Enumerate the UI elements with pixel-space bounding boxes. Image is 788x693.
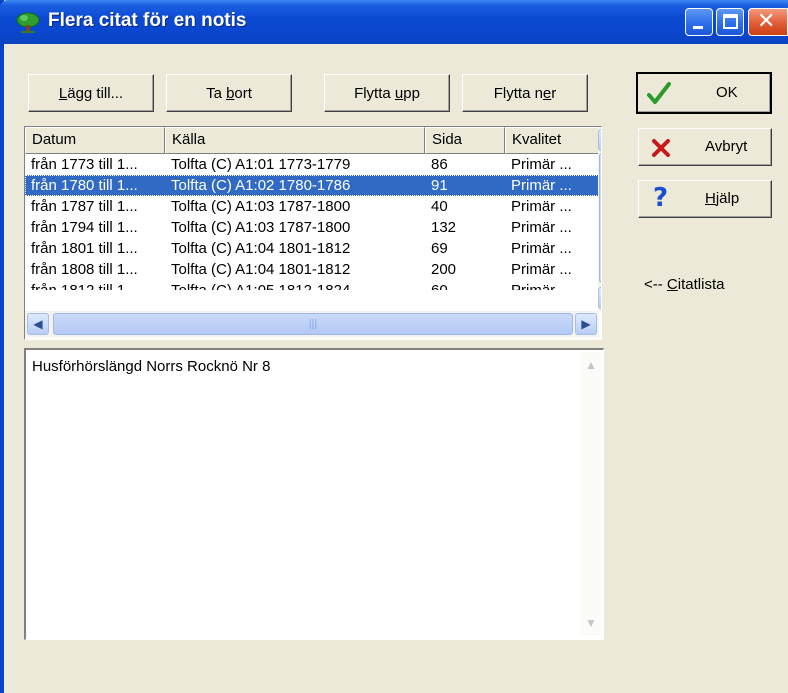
list-header: Datum Källa Sida Kvalitet: [25, 127, 599, 154]
cell-page: 69: [431, 240, 448, 257]
move-down-button[interactable]: Flytta ner: [462, 74, 588, 112]
cell-quality: Primär ...: [511, 219, 572, 236]
cell-page: 91: [431, 177, 448, 194]
maximize-icon: [723, 14, 738, 29]
add-label: Lägg till...: [58, 84, 124, 102]
horizontal-scroll-thumb[interactable]: |||: [53, 313, 573, 335]
cell-page: 132: [431, 219, 457, 236]
citation-list[interactable]: Datum Källa Sida Kvalitet från 1773 till…: [24, 126, 602, 340]
cell-date: från 1801 till 1...: [31, 240, 138, 257]
cell-quality: Primär ...: [511, 177, 572, 194]
cell-page: 40: [431, 198, 448, 215]
cancel-x-icon: [652, 139, 670, 157]
cell-date: från 1787 till 1...: [31, 198, 138, 215]
cell-quality: Primär ...: [511, 198, 572, 215]
window-title: Flera citat för en notis: [48, 10, 247, 31]
cell-page: 200: [431, 261, 457, 278]
close-button[interactable]: ✕: [748, 8, 788, 36]
ok-label: OK: [716, 84, 738, 101]
minimize-button[interactable]: [685, 8, 713, 36]
add-button[interactable]: Lägg till...: [28, 74, 154, 112]
cell-source: Tolfta (C) A1:03 1787-1800: [171, 198, 351, 215]
citation-list-label: <-- Citatlista: [644, 276, 725, 293]
minimize-icon: [693, 26, 703, 29]
help-question-icon: ?: [653, 183, 669, 213]
citation-text: Husförhörslängd Norrs Rocknö Nr 8: [32, 358, 271, 375]
scroll-down-button[interactable]: ▼: [598, 287, 601, 309]
cell-page: 60: [431, 280, 505, 290]
column-header-date[interactable]: Datum: [25, 127, 165, 154]
close-icon: ✕: [757, 9, 776, 34]
column-header-page[interactable]: Sida: [425, 127, 505, 154]
remove-label: Ta bort: [206, 84, 252, 102]
scroll-right-button[interactable]: ▶: [575, 313, 597, 335]
cell-date: från 1780 till 1...: [31, 177, 138, 194]
scroll-left-button[interactable]: ◀: [27, 313, 49, 335]
citation-text-area[interactable]: Husförhörslängd Norrs Rocknö Nr 8 ▲ ▼: [24, 348, 604, 640]
help-button[interactable]: ? Hjälp: [638, 180, 772, 218]
chevron-left-icon: ◀: [33, 317, 43, 331]
cell-source: Tolfta (C) A1:02 1780-1786: [171, 177, 351, 194]
column-header-source[interactable]: Källa: [165, 127, 425, 154]
chevron-right-icon: ▶: [581, 317, 591, 331]
ok-button[interactable]: OK: [636, 72, 772, 114]
chevron-up-icon[interactable]: ▲: [583, 356, 599, 374]
cancel-button[interactable]: Avbryt: [638, 128, 772, 166]
remove-button[interactable]: Ta bort: [166, 74, 292, 112]
cell-source: Tolfta (C) A1:04 1801-1812: [171, 261, 351, 278]
table-row[interactable]: från 1801 till 1... Tolfta (C) A1:04 180…: [25, 238, 599, 259]
cell-source: Tolfta (C) A1:03 1787-1800: [171, 219, 351, 236]
list-rows: från 1773 till 1... Tolfta (C) A1:01 177…: [25, 154, 599, 290]
cell-date: från 1794 till 1...: [31, 219, 138, 236]
scroll-up-button[interactable]: ▲: [598, 129, 601, 151]
table-row[interactable]: från 1812 till 1 Tolfta (C) A1:05 1812-1…: [25, 280, 599, 290]
move-up-button[interactable]: Flytta upp: [324, 74, 450, 112]
check-icon: [647, 82, 671, 104]
chevron-down-icon[interactable]: ▼: [583, 614, 599, 632]
dialog-window: Flera citat för en notis ✕ Lägg till... …: [0, 0, 788, 693]
move-up-label: Flytta upp: [354, 84, 420, 102]
move-down-label: Flytta ner: [493, 84, 557, 102]
cell-page: 86: [431, 156, 448, 173]
table-row[interactable]: från 1808 till 1... Tolfta (C) A1:04 180…: [25, 259, 599, 280]
cell-date: från 1773 till 1...: [31, 156, 138, 173]
cell-date: från 1808 till 1...: [31, 261, 138, 278]
table-row-selected[interactable]: från 1780 till 1... Tolfta (C) A1:02 178…: [25, 175, 599, 196]
table-row[interactable]: från 1794 till 1... Tolfta (C) A1:03 178…: [25, 217, 599, 238]
table-row[interactable]: från 1773 till 1... Tolfta (C) A1:01 177…: [25, 154, 599, 175]
cell-quality: Primär ...: [511, 156, 572, 173]
memo-scrollbar[interactable]: ▲ ▼: [581, 352, 601, 636]
cell-quality: Primär: [511, 280, 599, 290]
help-label: Hjälp: [705, 190, 740, 207]
cell-source: Tolfta (C) A1:01 1773-1779: [171, 156, 351, 173]
maximize-button[interactable]: [716, 8, 744, 36]
list-vertical-scrollbar[interactable]: ▲ ▼: [598, 127, 601, 311]
table-row[interactable]: från 1787 till 1... Tolfta (C) A1:03 178…: [25, 196, 599, 217]
tree-icon: [16, 12, 40, 33]
cell-source: Tolfta (C) A1:04 1801-1812: [171, 240, 351, 257]
cell-date: från 1812 till 1: [31, 280, 165, 290]
vertical-scroll-thumb[interactable]: [599, 153, 601, 283]
title-bar[interactable]: Flera citat för en notis ✕: [0, 0, 788, 44]
cell-quality: Primär ...: [511, 240, 572, 257]
list-horizontal-scrollbar[interactable]: ◀ ||| ▶: [25, 311, 599, 337]
cancel-label: Avbryt: [705, 138, 748, 155]
cell-quality: Primär ...: [511, 261, 572, 278]
column-header-quality[interactable]: Kvalitet: [505, 127, 599, 154]
cell-source: Tolfta (C) A1:05 1812-1824: [171, 280, 425, 290]
